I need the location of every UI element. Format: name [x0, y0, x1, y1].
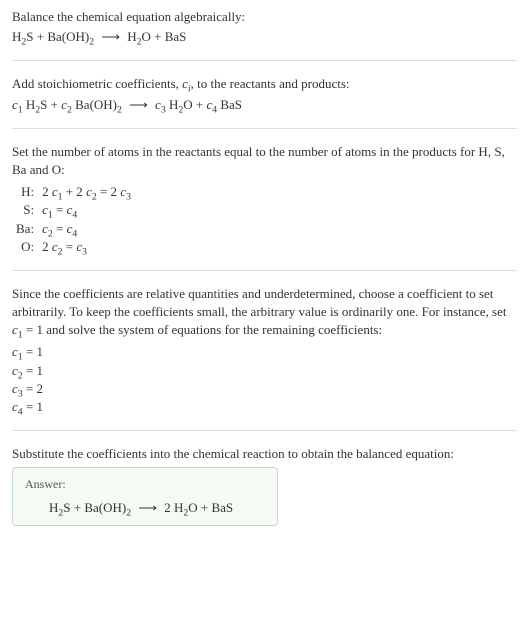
element-equation: 2 c2 = c3	[38, 238, 135, 256]
element-equation: 2 c1 + 2 c2 = 2 c3	[38, 183, 135, 201]
coeff-equation: c1 H2S + c2 Ba(OH)2 ⟶ c3 H2O + c4 BaS	[12, 96, 517, 114]
unbalanced-equation: H2S + Ba(OH)2 ⟶ H2O + BaS	[12, 28, 517, 46]
substitute-text: Substitute the coefficients into the che…	[12, 445, 517, 463]
section-solve: Since the coefficients are relative quan…	[12, 285, 517, 431]
coeff-line: c1 = 1	[12, 343, 517, 361]
atom-row: O:2 c2 = c3	[12, 238, 135, 256]
atom-row: S:c1 = c4	[12, 201, 135, 219]
atom-row: H:2 c1 + 2 c2 = 2 c3	[12, 183, 135, 201]
section-answer: Substitute the coefficients into the che…	[12, 445, 517, 526]
atom-table-body: H:2 c1 + 2 c2 = 2 c3S:c1 = c4Ba:c2 = c4O…	[12, 183, 135, 256]
section-atom-balance: Set the number of atoms in the reactants…	[12, 143, 517, 271]
coeff-values: c1 = 1c2 = 1c3 = 2c4 = 1	[12, 343, 517, 416]
element-label: O:	[12, 238, 38, 256]
coeff-line: c2 = 1	[12, 362, 517, 380]
atom-table: H:2 c1 + 2 c2 = 2 c3S:c1 = c4Ba:c2 = c4O…	[12, 183, 135, 256]
problem-text: Balance the chemical equation algebraica…	[12, 8, 517, 26]
element-equation: c1 = c4	[38, 201, 135, 219]
answer-label: Answer:	[25, 476, 265, 493]
atom-row: Ba:c2 = c4	[12, 220, 135, 238]
section-problem: Balance the chemical equation algebraica…	[12, 8, 517, 61]
element-equation: c2 = c4	[38, 220, 135, 238]
balanced-equation: H2S + Ba(OH)2 ⟶ 2 H2O + BaS	[25, 499, 265, 517]
coeff-line: c3 = 2	[12, 380, 517, 398]
element-label: Ba:	[12, 220, 38, 238]
coeff-line: c4 = 1	[12, 398, 517, 416]
add-coeffs-text: Add stoichiometric coefficients, ci, to …	[12, 75, 517, 93]
section-add-coeffs: Add stoichiometric coefficients, ci, to …	[12, 75, 517, 128]
answer-box: Answer: H2S + Ba(OH)2 ⟶ 2 H2O + BaS	[12, 467, 278, 526]
element-label: H:	[12, 183, 38, 201]
element-label: S:	[12, 201, 38, 219]
solve-text: Since the coefficients are relative quan…	[12, 285, 517, 340]
atom-balance-text: Set the number of atoms in the reactants…	[12, 143, 517, 179]
